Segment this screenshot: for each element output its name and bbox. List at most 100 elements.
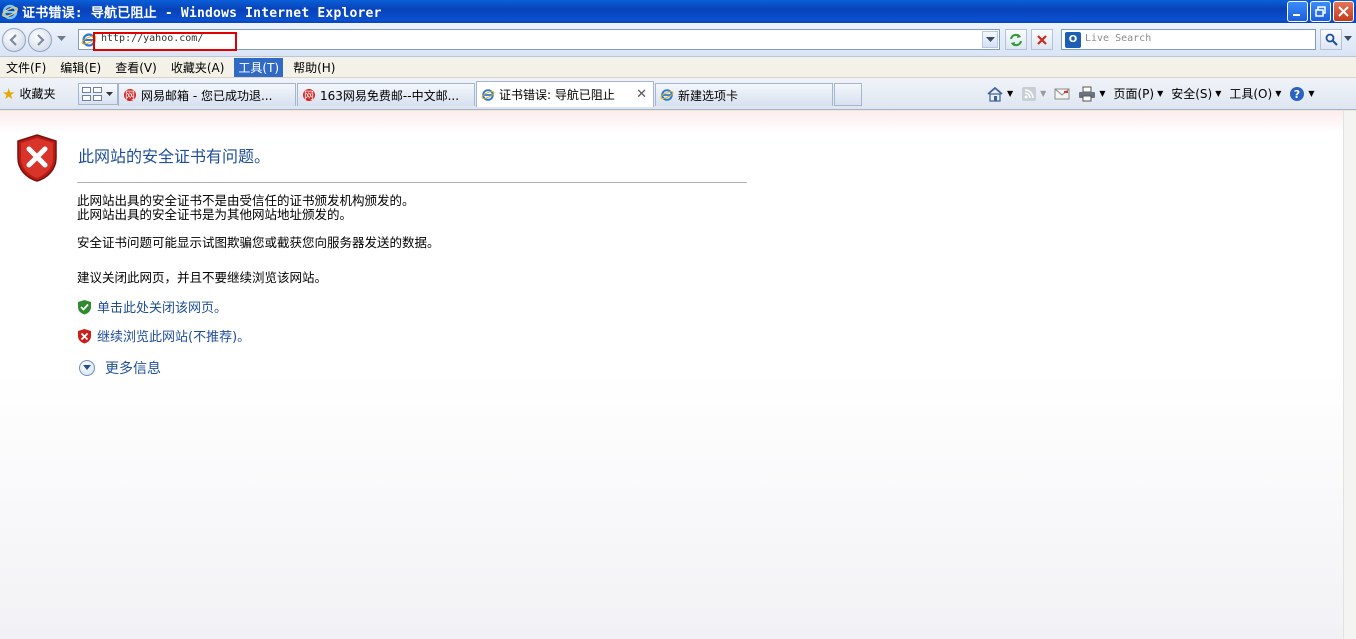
menu-view[interactable]: 查看(V) bbox=[111, 58, 161, 77]
window-title: 证书错误: 导航已阻止 - Windows Internet Explorer bbox=[22, 6, 382, 21]
tab-bar: ★ 收藏夹 网 网易邮箱 - 您已成功退... 网 163网易免费邮--中文邮.… bbox=[0, 78, 1356, 110]
tab-label: 新建选项卡 bbox=[678, 88, 739, 103]
search-icon bbox=[1325, 33, 1338, 46]
menu-edit[interactable]: 编辑(E) bbox=[56, 58, 105, 77]
red-shield-x-icon bbox=[78, 328, 91, 343]
rss-feed-icon bbox=[1022, 86, 1037, 101]
tab-new-tab[interactable]: 新建选项卡 bbox=[655, 83, 833, 106]
new-tab-button[interactable] bbox=[834, 83, 862, 106]
quick-tabs-button[interactable] bbox=[78, 83, 118, 105]
more-information-toggle[interactable]: 更多信息 bbox=[79, 358, 161, 378]
menu-help[interactable]: 帮助(H) bbox=[289, 58, 339, 77]
live-search-logo-icon: O bbox=[1065, 32, 1081, 48]
printer-icon bbox=[1079, 86, 1096, 101]
url-highlight-annotation bbox=[93, 32, 237, 51]
chevron-down-icon[interactable]: ▼ bbox=[1308, 89, 1314, 98]
chevron-down-icon[interactable]: ▼ bbox=[1007, 89, 1013, 98]
page-menu-button[interactable]: 页面(P) ▼ bbox=[1113, 85, 1163, 102]
continue-link-label[interactable]: 继续浏览此网站(不推荐)。 bbox=[97, 326, 250, 345]
tab-certificate-error[interactable]: 证书错误: 导航已阻止 ✕ bbox=[476, 81, 654, 107]
vertical-scrollbar[interactable] bbox=[1343, 111, 1356, 639]
expand-chevron-icon bbox=[79, 360, 95, 376]
back-arrow-icon bbox=[9, 34, 17, 46]
print-button[interactable]: ▼ bbox=[1078, 86, 1105, 102]
feeds-button[interactable]: ▼ bbox=[1021, 86, 1046, 102]
forward-arrow-icon bbox=[37, 34, 45, 46]
recommendation-text: 建议关闭此网页，并且不要继续浏览该网站。 bbox=[77, 270, 328, 285]
tab-163-mail[interactable]: 网 163网易免费邮--中文邮... bbox=[297, 83, 475, 106]
divider bbox=[77, 182, 747, 183]
window-controls bbox=[1287, 1, 1354, 22]
forward-button[interactable] bbox=[28, 28, 52, 52]
back-button[interactable] bbox=[2, 28, 26, 52]
ie-icon bbox=[660, 89, 674, 101]
recent-pages-dropdown-icon[interactable] bbox=[57, 36, 66, 42]
risk-explanation-text: 安全证书问题可能显示试图欺骗您或截获您向服务器发送的数据。 bbox=[77, 235, 440, 250]
menu-bar: 文件(F) 编辑(E) 查看(V) 收藏夹(A) 工具(T) 帮助(H) bbox=[0, 57, 1356, 78]
tab-netease-mail-logout[interactable]: 网 网易邮箱 - 您已成功退... bbox=[118, 83, 296, 106]
close-page-link-label[interactable]: 单击此处关闭该网页。 bbox=[97, 297, 227, 316]
favorites-label: 收藏夹 bbox=[19, 87, 56, 101]
help-button[interactable]: ? ▼ bbox=[1289, 86, 1315, 102]
close-tab-icon[interactable]: ✕ bbox=[636, 87, 647, 102]
minimize-button[interactable] bbox=[1287, 1, 1308, 22]
chevron-down-icon[interactable]: ▼ bbox=[1099, 89, 1105, 98]
home-button[interactable]: ▼ bbox=[986, 86, 1013, 102]
restore-button[interactable] bbox=[1310, 1, 1331, 22]
close-page-link[interactable]: 单击此处关闭该网页。 bbox=[77, 297, 227, 316]
restore-icon bbox=[1315, 6, 1326, 17]
address-mismatch-text: 此网站出具的安全证书是为其他网站地址颁发的。 bbox=[77, 207, 353, 222]
ie-logo-icon bbox=[2, 4, 18, 19]
untrusted-ca-text: 此网站出具的安全证书不是由受信任的证书颁发机构颁发的。 bbox=[77, 193, 415, 208]
menu-favorites[interactable]: 收藏夹(A) bbox=[167, 58, 229, 77]
tab-label: 证书错误: 导航已阻止 bbox=[499, 88, 615, 102]
chevron-down-icon[interactable]: ▼ bbox=[1215, 89, 1221, 98]
stop-icon bbox=[1037, 34, 1047, 45]
menu-file[interactable]: 文件(F) bbox=[2, 58, 50, 77]
page-title: 此网站的安全证书有问题。 bbox=[78, 147, 271, 166]
close-icon bbox=[1338, 6, 1349, 17]
chevron-down-icon[interactable]: ▼ bbox=[1157, 89, 1163, 98]
mail-icon bbox=[1054, 88, 1070, 99]
refresh-icon bbox=[1010, 33, 1022, 46]
menu-tools[interactable]: 工具(T) bbox=[234, 57, 284, 77]
svg-text:网: 网 bbox=[304, 90, 314, 102]
minimize-icon bbox=[1293, 14, 1300, 16]
tab-label: 163网易免费邮--中文邮... bbox=[320, 88, 460, 103]
stop-button[interactable] bbox=[1031, 29, 1053, 50]
address-dropdown-button[interactable] bbox=[982, 31, 998, 48]
search-placeholder: Live Search bbox=[1085, 33, 1152, 44]
page-content: 此网站的安全证书有问题。 此网站出具的安全证书不是由受信任的证书颁发机构颁发的。… bbox=[0, 111, 1343, 639]
close-window-button[interactable] bbox=[1333, 1, 1354, 22]
svg-text:网: 网 bbox=[125, 90, 135, 102]
tab-label: 网易邮箱 - 您已成功退... bbox=[141, 88, 273, 103]
home-icon bbox=[987, 86, 1003, 102]
help-icon: ? bbox=[1290, 86, 1305, 101]
tab-list-dropdown-icon[interactable] bbox=[106, 91, 113, 97]
search-input[interactable]: O Live Search bbox=[1061, 29, 1316, 50]
search-options-dropdown-icon[interactable] bbox=[1344, 36, 1352, 42]
chevron-down-icon[interactable]: ▼ bbox=[1275, 89, 1281, 98]
title-bar: 证书错误: 导航已阻止 - Windows Internet Explorer bbox=[0, 0, 1356, 23]
netease-icon: 网 bbox=[303, 89, 315, 102]
netease-icon: 网 bbox=[124, 89, 136, 102]
search-button[interactable] bbox=[1320, 29, 1342, 50]
chevron-down-icon[interactable]: ▼ bbox=[1040, 89, 1046, 98]
svg-text:?: ? bbox=[1294, 88, 1300, 101]
safety-menu-button[interactable]: 安全(S) ▼ bbox=[1171, 85, 1221, 102]
more-information-label[interactable]: 更多信息 bbox=[105, 358, 161, 378]
error-shield-icon bbox=[17, 134, 57, 182]
read-mail-button[interactable] bbox=[1054, 87, 1070, 101]
favorites-star-icon: ★ bbox=[2, 84, 16, 103]
command-bar: ▼ ▼ ▼ 页面(P) ▼ 安全(S) ▼ 工具(O) ▼ ? ▼ bbox=[986, 85, 1323, 102]
tools-menu-button[interactable]: 工具(O) ▼ bbox=[1229, 85, 1281, 102]
quick-tabs-icon bbox=[82, 87, 102, 101]
chevron-down-icon bbox=[985, 36, 995, 42]
safety-menu-label: 安全(S) bbox=[1171, 87, 1213, 101]
favorites-center-button[interactable]: ★ 收藏夹 bbox=[2, 85, 55, 102]
ie-icon bbox=[481, 88, 495, 101]
refresh-button[interactable] bbox=[1005, 29, 1027, 50]
page-menu-label: 页面(P) bbox=[1113, 87, 1155, 101]
tools-menu-label: 工具(O) bbox=[1229, 87, 1273, 101]
continue-to-website-link[interactable]: 继续浏览此网站(不推荐)。 bbox=[77, 326, 250, 345]
